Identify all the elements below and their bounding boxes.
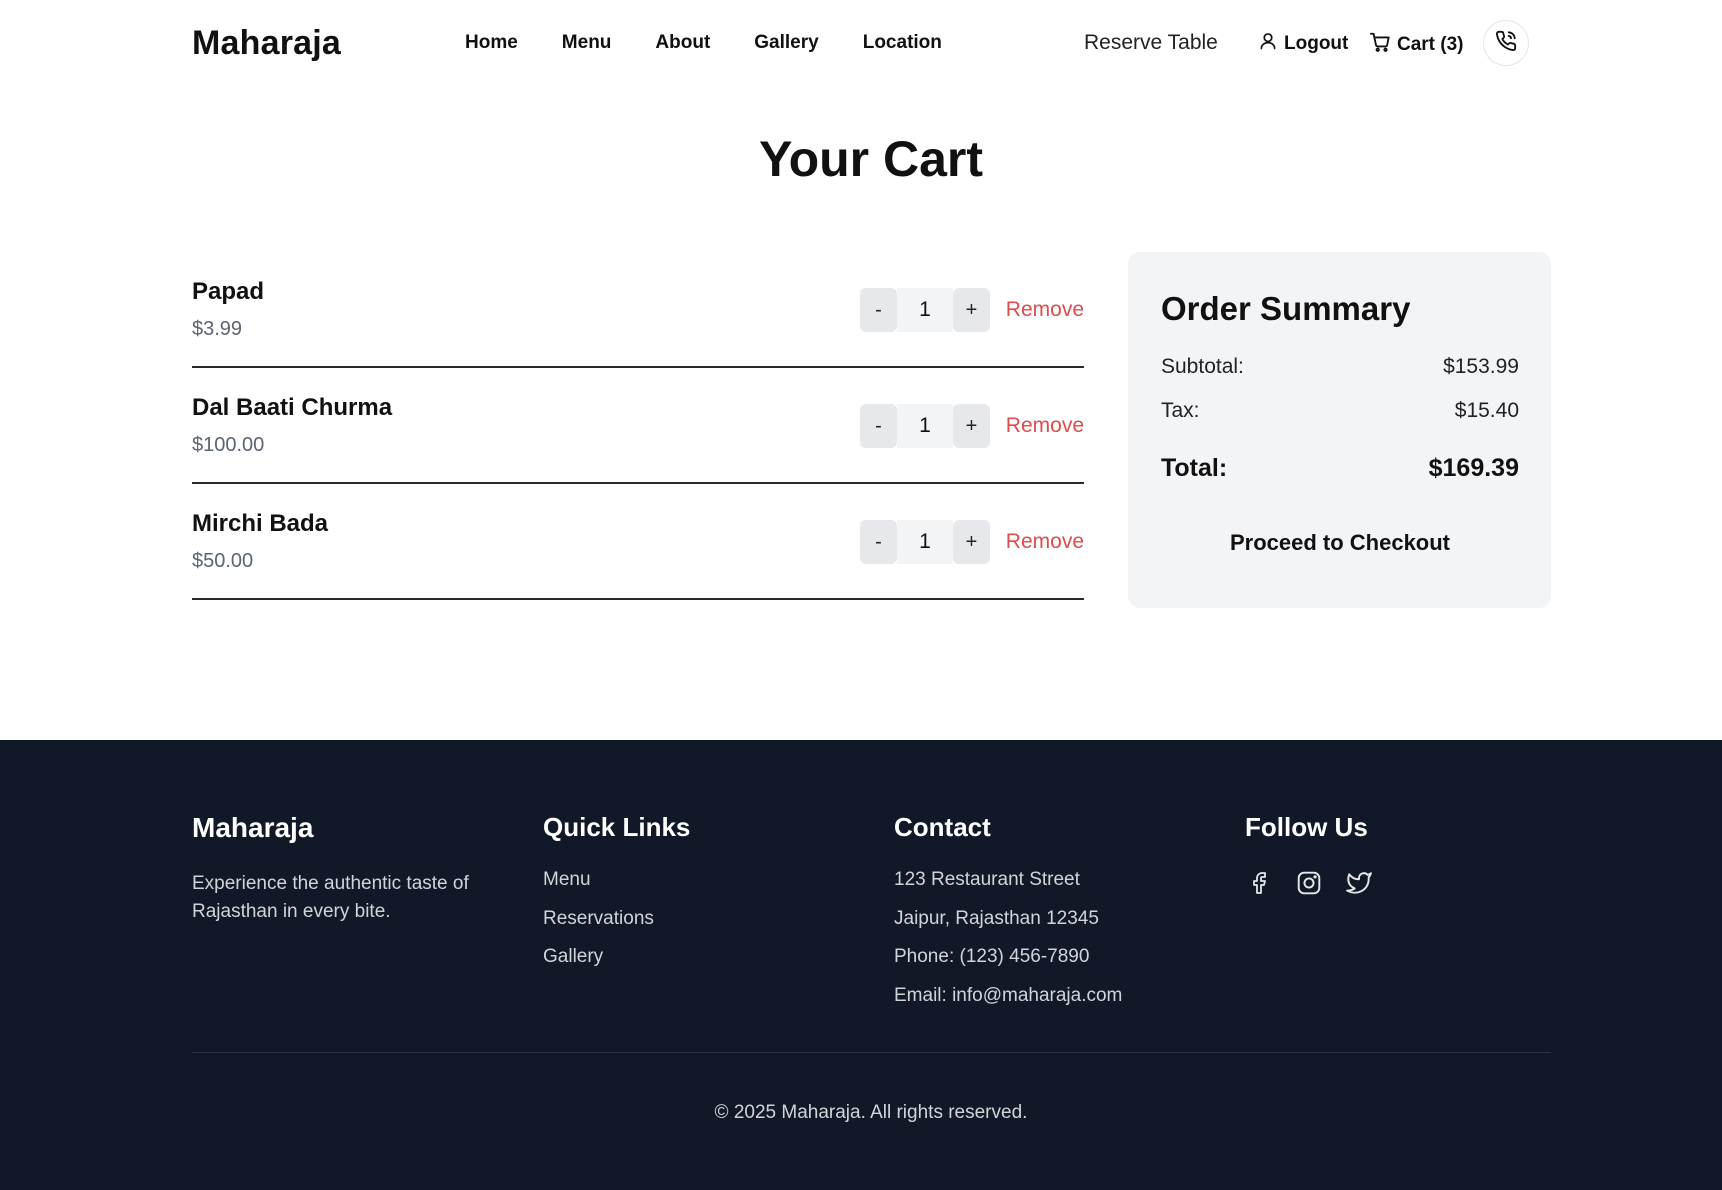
cart-list: Papad $3.99 - 1 + Remove Dal Baati Churm… (192, 252, 1084, 600)
footer-brand: Maharaja (192, 812, 314, 843)
footer-quick-links: Quick Links Menu Reservations Gallery (543, 812, 690, 985)
footer-follow: Follow Us (1245, 812, 1373, 897)
brand-logo[interactable]: Maharaja (192, 24, 341, 63)
cart-label: Cart (3) (1397, 34, 1464, 55)
page-title: Your Cart (758, 131, 984, 187)
footer-link-gallery[interactable]: Gallery (543, 946, 690, 985)
tax-row: Tax: $15.40 (1161, 399, 1519, 423)
site-header: Maharaja Home Menu About Gallery Locatio… (0, 0, 1722, 90)
footer-tagline: Experience the authentic taste of Rajast… (192, 873, 469, 922)
item-name: Mirchi Bada (192, 510, 329, 537)
order-summary-panel: Order Summary Subtotal: $153.99 Tax: $15… (1128, 252, 1551, 608)
footer-link-reservations[interactable]: Reservations (543, 908, 690, 947)
twitter-icon[interactable] (1345, 869, 1373, 897)
nav-home[interactable]: Home (465, 32, 518, 54)
quantity-stepper: - 1 + (860, 520, 990, 564)
tax-value: $15.40 (1454, 399, 1519, 422)
cart-icon (1369, 31, 1391, 59)
footer-about: Maharaja Experience the authentic taste … (192, 812, 492, 926)
facebook-icon[interactable] (1245, 869, 1273, 897)
footer-contact: Contact 123 Restaurant Street Jaipur, Ra… (894, 812, 1122, 1023)
remove-item-button[interactable]: Remove (1006, 298, 1084, 322)
item-price: $3.99 (192, 318, 243, 340)
main-nav: Home Menu About Gallery Location (465, 32, 942, 54)
decrease-quantity-button[interactable]: - (860, 288, 897, 332)
follow-us-title: Follow Us (1245, 812, 1368, 842)
quantity-stepper: - 1 + (860, 404, 990, 448)
tax-label: Tax: (1161, 399, 1200, 422)
decrease-quantity-button[interactable]: - (860, 404, 897, 448)
increase-quantity-button[interactable]: + (953, 520, 990, 564)
quantity-value: 1 (897, 520, 953, 564)
footer-divider (192, 1052, 1551, 1053)
contact-address: 123 Restaurant Street (894, 869, 1080, 890)
total-value: $169.39 (1428, 454, 1519, 482)
item-price: $50.00 (192, 550, 254, 572)
item-price: $100.00 (192, 434, 265, 456)
contact-phone: Phone: (123) 456-7890 (894, 946, 1090, 967)
phone-icon (1495, 30, 1517, 57)
remove-item-button[interactable]: Remove (1006, 530, 1084, 554)
nav-location[interactable]: Location (863, 32, 942, 54)
decrease-quantity-button[interactable]: - (860, 520, 897, 564)
item-name: Dal Baati Churma (192, 394, 393, 421)
contact-email: Email: info@maharaja.com (894, 984, 1123, 1006)
instagram-icon[interactable] (1295, 869, 1323, 897)
social-links (1245, 869, 1373, 897)
nav-gallery[interactable]: Gallery (754, 32, 818, 54)
reserve-table-link[interactable]: Reserve Table (1084, 31, 1218, 55)
item-name: Papad (192, 278, 265, 305)
cart-item: Mirchi Bada $50.00 - 1 + Remove (192, 484, 1084, 600)
subtotal-label: Subtotal: (1161, 355, 1244, 378)
call-button[interactable] (1483, 20, 1529, 66)
total-label: Total: (1161, 454, 1228, 482)
logout-label: Logout (1284, 33, 1349, 54)
nav-menu[interactable]: Menu (562, 32, 612, 54)
increase-quantity-button[interactable]: + (953, 288, 990, 332)
nav-about[interactable]: About (655, 32, 710, 54)
remove-item-button[interactable]: Remove (1006, 414, 1084, 438)
copyright: © 2025 Maharaja. All rights reserved. (714, 1102, 1028, 1123)
logout-button[interactable]: Logout (1258, 31, 1348, 57)
cart-item: Papad $3.99 - 1 + Remove (192, 252, 1084, 368)
increase-quantity-button[interactable]: + (953, 404, 990, 448)
site-footer: Maharaja Experience the authentic taste … (0, 740, 1722, 1190)
contact-title: Contact (894, 812, 991, 842)
footer-link-menu[interactable]: Menu (543, 869, 690, 908)
proceed-to-checkout-button[interactable]: Proceed to Checkout (1161, 520, 1519, 566)
quantity-stepper: - 1 + (860, 288, 990, 332)
quantity-value: 1 (897, 288, 953, 332)
subtotal-row: Subtotal: $153.99 (1161, 355, 1519, 379)
contact-city: Jaipur, Rajasthan 12345 (894, 907, 1099, 929)
cart-button[interactable]: Cart (3) (1369, 31, 1464, 59)
user-icon (1258, 31, 1278, 57)
subtotal-value: $153.99 (1443, 355, 1519, 378)
cart-item: Dal Baati Churma $100.00 - 1 + Remove (192, 368, 1084, 484)
quick-links-title: Quick Links (543, 812, 691, 842)
order-summary-title: Order Summary (1161, 290, 1411, 327)
quantity-value: 1 (897, 404, 953, 448)
total-row: Total: $169.39 (1161, 454, 1519, 483)
